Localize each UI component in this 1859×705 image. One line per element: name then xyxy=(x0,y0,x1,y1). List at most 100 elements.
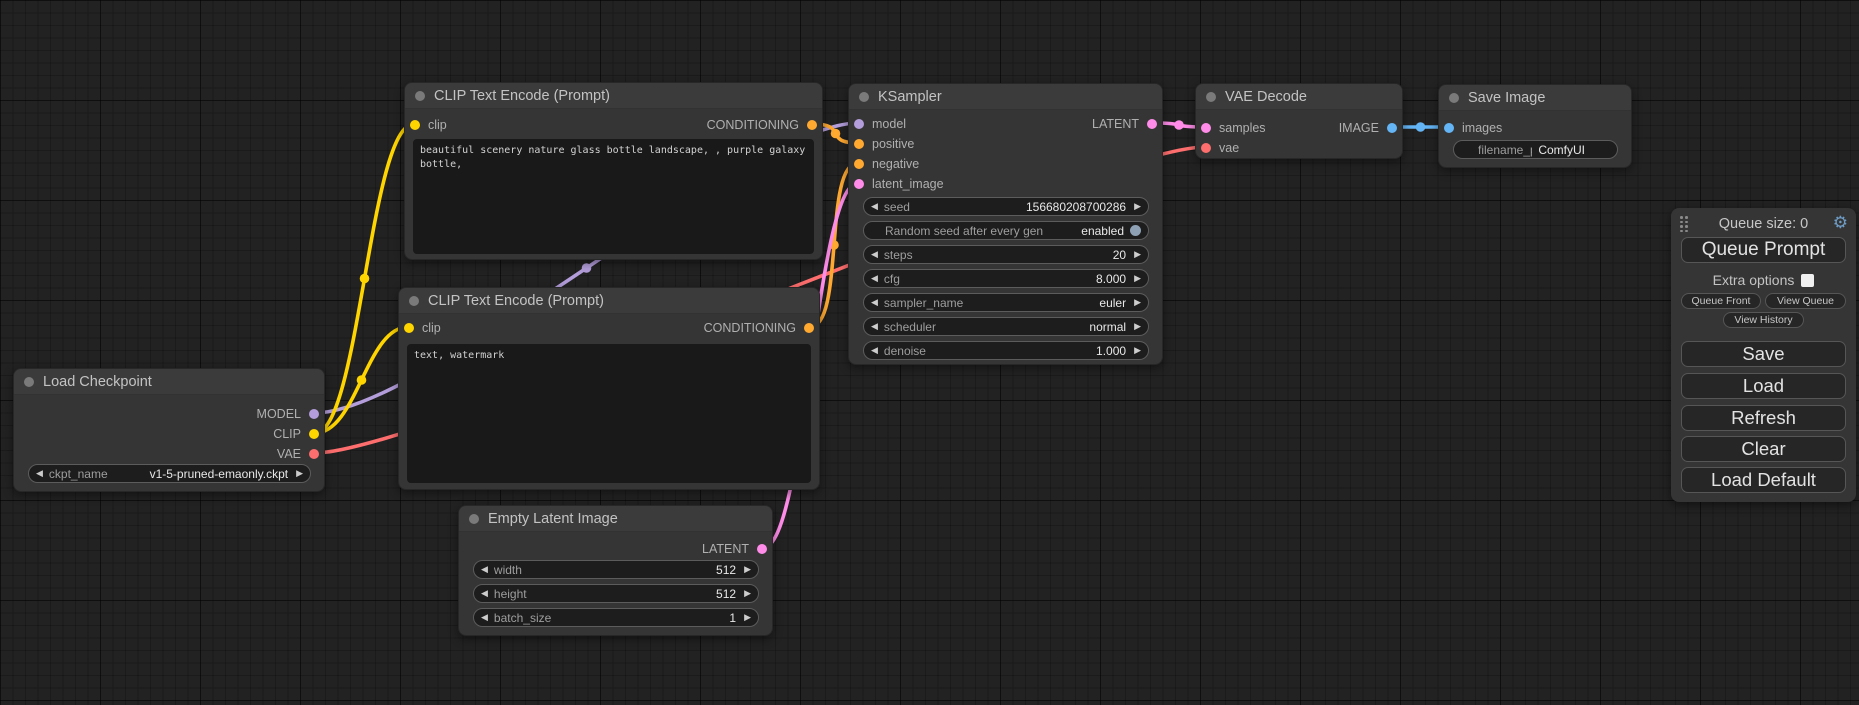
widget-value[interactable]: normal xyxy=(1089,320,1126,334)
conditioning-slot-dot[interactable] xyxy=(854,159,864,169)
widget-value[interactable]: 156680208700286 xyxy=(1026,200,1126,214)
graph-canvas[interactable]: Load CheckpointMODELCLIPVAE◀ckpt_namev1-… xyxy=(0,0,1859,705)
widget-value[interactable]: v1-5-pruned-emaonly.ckpt xyxy=(150,467,289,481)
prompt-textarea[interactable]: text, watermark xyxy=(407,344,811,483)
widget-seed[interactable]: ◀seed156680208700286▶ xyxy=(863,197,1149,216)
clip-slot-dot[interactable] xyxy=(410,120,420,130)
conditioning-slot-dot[interactable] xyxy=(804,323,814,333)
input-slot-negative[interactable]: negative xyxy=(854,156,919,172)
collapse-dot-icon[interactable] xyxy=(409,296,419,306)
model-slot-dot[interactable] xyxy=(309,409,319,419)
vae-slot-dot[interactable] xyxy=(1201,143,1211,153)
image-slot-dot[interactable] xyxy=(1444,123,1454,133)
widget-value[interactable]: euler xyxy=(1099,296,1126,310)
input-slot-samples[interactable]: samples xyxy=(1201,120,1266,136)
extra-options-checkbox[interactable] xyxy=(1801,274,1814,287)
latent-slot-dot[interactable] xyxy=(1201,123,1211,133)
decrement-arrow-icon[interactable]: ◀ xyxy=(871,201,878,212)
widget-value[interactable]: 512 xyxy=(716,563,736,577)
load-button[interactable]: Load xyxy=(1681,373,1846,399)
view-queue-button[interactable]: View Queue xyxy=(1765,293,1846,309)
output-slot-MODEL[interactable]: MODEL xyxy=(257,406,319,422)
decrement-arrow-icon[interactable]: ◀ xyxy=(481,612,488,623)
collapse-dot-icon[interactable] xyxy=(1449,93,1459,103)
widget-value[interactable]: 20 xyxy=(1113,248,1126,262)
increment-arrow-icon[interactable]: ▶ xyxy=(1134,249,1141,260)
model-slot-dot[interactable] xyxy=(854,119,864,129)
view-history-button[interactable]: View History xyxy=(1723,312,1804,328)
drag-handle-icon[interactable] xyxy=(1680,216,1690,232)
image-slot-dot[interactable] xyxy=(1387,123,1397,133)
collapse-dot-icon[interactable] xyxy=(469,514,479,524)
output-slot-VAE[interactable]: VAE xyxy=(277,446,319,462)
increment-arrow-icon[interactable]: ▶ xyxy=(1134,297,1141,308)
input-slot-clip[interactable]: clip xyxy=(404,320,441,336)
widget-ckpt_name[interactable]: ◀ckpt_namev1-5-pruned-emaonly.ckpt▶ xyxy=(28,464,311,483)
gear-icon[interactable]: ⚙ xyxy=(1833,214,1848,232)
widget-value[interactable]: 8.000 xyxy=(1096,272,1126,286)
input-slot-clip[interactable]: clip xyxy=(410,117,447,133)
queue-front-button[interactable]: Queue Front xyxy=(1681,293,1761,309)
node-clip-text-encode-negative[interactable]: CLIP Text Encode (Prompt)clipCONDITIONIN… xyxy=(398,287,820,490)
output-slot-LATENT[interactable]: LATENT xyxy=(702,541,767,557)
widget-filename_prefix[interactable]: filename_prefixComfyUI xyxy=(1453,140,1618,159)
increment-arrow-icon[interactable]: ▶ xyxy=(1134,345,1141,356)
collapse-dot-icon[interactable] xyxy=(24,377,34,387)
input-slot-model[interactable]: model xyxy=(854,116,906,132)
widget-value[interactable]: 512 xyxy=(716,587,736,601)
node-save-image[interactable]: Save Imageimagesfilename_prefixComfyUI xyxy=(1438,84,1632,168)
load-default-button[interactable]: Load Default xyxy=(1681,467,1846,493)
widget-denoise[interactable]: ◀denoise1.000▶ xyxy=(863,341,1149,360)
node-clip-text-encode-positive[interactable]: CLIP Text Encode (Prompt)clipCONDITIONIN… xyxy=(404,82,823,260)
clip-slot-dot[interactable] xyxy=(404,323,414,333)
conditioning-slot-dot[interactable] xyxy=(807,120,817,130)
decrement-arrow-icon[interactable]: ◀ xyxy=(871,249,878,260)
input-slot-latent_image[interactable]: latent_image xyxy=(854,176,944,192)
vae-slot-dot[interactable] xyxy=(309,449,319,459)
node-ksampler[interactable]: KSamplermodelpositivenegativelatent_imag… xyxy=(848,83,1163,365)
widget-sampler_name[interactable]: ◀sampler_nameeuler▶ xyxy=(863,293,1149,312)
latent-slot-dot[interactable] xyxy=(1147,119,1157,129)
decrement-arrow-icon[interactable]: ◀ xyxy=(871,273,878,284)
toggle-circle-icon[interactable] xyxy=(1130,225,1141,236)
collapse-dot-icon[interactable] xyxy=(1206,92,1216,102)
decrement-arrow-icon[interactable]: ◀ xyxy=(481,588,488,599)
node-load-checkpoint[interactable]: Load CheckpointMODELCLIPVAE◀ckpt_namev1-… xyxy=(13,368,325,492)
increment-arrow-icon[interactable]: ▶ xyxy=(296,468,303,479)
widget-value[interactable]: 1 xyxy=(729,611,736,625)
input-slot-images[interactable]: images xyxy=(1444,120,1502,136)
output-slot-CONDITIONING[interactable]: CONDITIONING xyxy=(704,320,814,336)
increment-arrow-icon[interactable]: ▶ xyxy=(744,564,751,575)
latent-slot-dot[interactable] xyxy=(854,179,864,189)
increment-arrow-icon[interactable]: ▶ xyxy=(744,588,751,599)
node-empty-latent-image[interactable]: Empty Latent ImageLATENT◀width512▶◀heigh… xyxy=(458,505,773,636)
save-button[interactable]: Save xyxy=(1681,341,1846,367)
widget-cfg[interactable]: ◀cfg8.000▶ xyxy=(863,269,1149,288)
prompt-textarea[interactable]: beautiful scenery nature glass bottle la… xyxy=(413,139,814,254)
clip-slot-dot[interactable] xyxy=(309,429,319,439)
widget-value[interactable]: ComfyUI xyxy=(1538,143,1585,157)
output-slot-LATENT[interactable]: LATENT xyxy=(1092,116,1157,132)
decrement-arrow-icon[interactable]: ◀ xyxy=(36,468,43,479)
collapse-dot-icon[interactable] xyxy=(415,91,425,101)
widget-steps[interactable]: ◀steps20▶ xyxy=(863,245,1149,264)
increment-arrow-icon[interactable]: ▶ xyxy=(1134,273,1141,284)
decrement-arrow-icon[interactable]: ◀ xyxy=(871,297,878,308)
queue-prompt-button[interactable]: Queue Prompt xyxy=(1681,237,1846,263)
decrement-arrow-icon[interactable]: ◀ xyxy=(481,564,488,575)
output-slot-CLIP[interactable]: CLIP xyxy=(273,426,319,442)
conditioning-slot-dot[interactable] xyxy=(854,139,864,149)
collapse-dot-icon[interactable] xyxy=(859,92,869,102)
widget-random-seed-after-every-gen[interactable]: Random seed after every genenabled xyxy=(863,221,1149,240)
latent-slot-dot[interactable] xyxy=(757,544,767,554)
widget-batch_size[interactable]: ◀batch_size1▶ xyxy=(473,608,759,627)
decrement-arrow-icon[interactable]: ◀ xyxy=(871,345,878,356)
output-slot-IMAGE[interactable]: IMAGE xyxy=(1339,120,1397,136)
increment-arrow-icon[interactable]: ▶ xyxy=(744,612,751,623)
increment-arrow-icon[interactable]: ▶ xyxy=(1134,321,1141,332)
widget-height[interactable]: ◀height512▶ xyxy=(473,584,759,603)
refresh-button[interactable]: Refresh xyxy=(1681,405,1846,431)
output-slot-CONDITIONING[interactable]: CONDITIONING xyxy=(707,117,817,133)
widget-width[interactable]: ◀width512▶ xyxy=(473,560,759,579)
widget-scheduler[interactable]: ◀schedulernormal▶ xyxy=(863,317,1149,336)
